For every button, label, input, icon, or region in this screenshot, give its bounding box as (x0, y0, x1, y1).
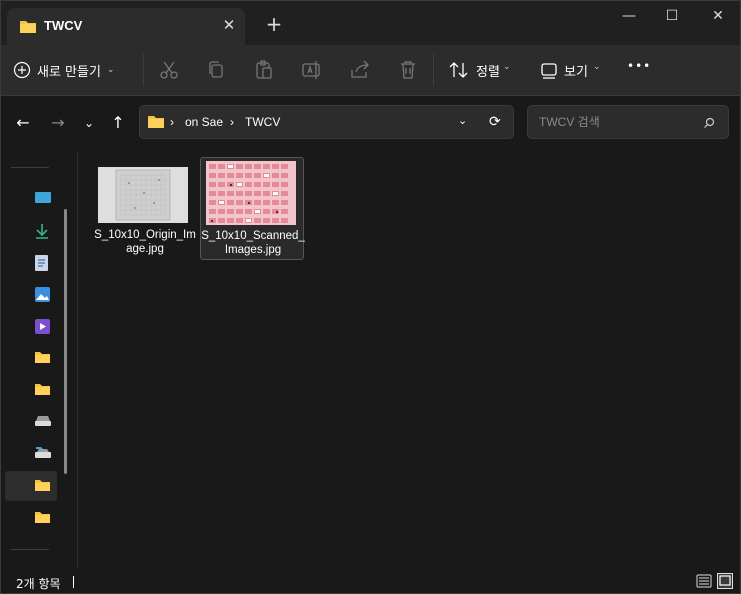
chevron-down-icon: ⌄ (593, 62, 601, 72)
tab-title: TWCV (44, 18, 83, 33)
pictures-icon (35, 287, 50, 302)
nav-item-folder[interactable] (5, 503, 57, 533)
toolbar-divider (433, 54, 434, 86)
toolbar-divider (143, 54, 144, 86)
file-name: S_10x10_Scanned_Images.jpg (201, 230, 305, 256)
nav-item-folder[interactable] (5, 343, 57, 373)
rename-icon[interactable] (300, 58, 324, 82)
breadcrumb-separator: › (170, 115, 174, 129)
documents-icon (35, 255, 48, 271)
search-icon[interactable] (703, 117, 715, 129)
status-bar: 2개 항목 (1, 571, 740, 593)
chevron-down-icon: ⌄ (503, 62, 511, 72)
maximize-button[interactable]: ☐ (649, 1, 695, 33)
pane-divider (77, 151, 78, 569)
folder-icon (20, 21, 36, 33)
nav-divider (11, 167, 49, 168)
folder-icon (35, 352, 50, 363)
nav-item-documents[interactable] (5, 247, 57, 277)
title-bar: TWCV ✕ + — ☐ ✕ (1, 1, 740, 45)
nav-item-downloads[interactable] (5, 215, 57, 245)
minimize-button[interactable]: — (606, 1, 652, 33)
nav-item-desktop[interactable] (5, 183, 57, 213)
details-view-icon[interactable] (696, 573, 712, 589)
share-icon[interactable] (348, 58, 372, 82)
cut-icon[interactable] (157, 58, 181, 82)
file-item[interactable]: S_10x10_Origin_Image.jpg (93, 157, 197, 260)
recent-chevron-icon[interactable]: ⌄ (77, 111, 101, 135)
search-box (527, 105, 729, 139)
folder-icon (35, 512, 50, 523)
file-explorer-window: TWCV ✕ + — ☐ ✕ 새로 만들기 ⌄ 정렬 ⌄ 보기 ⌄ ••• ← … (0, 0, 741, 594)
folder-icon (35, 384, 50, 395)
drive-icon (35, 416, 51, 426)
nav-item-folder[interactable] (5, 375, 57, 405)
image-thumbnail (206, 161, 296, 225)
close-button[interactable]: ✕ (695, 1, 741, 33)
folder-icon (35, 480, 50, 491)
refresh-icon[interactable]: ⟳ (489, 113, 501, 130)
file-item-selected[interactable]: S_10x10_Scanned_Images.jpg (200, 157, 305, 260)
search-input[interactable] (537, 114, 691, 130)
nav-item-videos[interactable] (5, 311, 57, 341)
up-arrow-icon[interactable]: ↑ (106, 111, 130, 135)
view-icon[interactable] (538, 58, 562, 82)
new-button[interactable]: 새로 만들기 ⌄ (13, 55, 114, 85)
breadcrumb-item[interactable]: on Sae (185, 115, 223, 129)
new-tab-button[interactable]: + (263, 13, 285, 35)
status-divider (73, 576, 74, 588)
sort-label[interactable]: 정렬 (476, 61, 500, 80)
desktop-icon (35, 192, 51, 203)
plus-circle-icon (13, 61, 31, 79)
command-bar: 새로 만들기 ⌄ 정렬 ⌄ 보기 ⌄ ••• (1, 45, 740, 96)
chevron-down-icon: ⌄ (106, 65, 115, 75)
back-arrow-icon[interactable]: ← (11, 111, 35, 135)
nav-item-network-drive[interactable] (5, 439, 57, 469)
nav-item-drive[interactable] (5, 407, 57, 437)
file-name: S_10x10_Origin_Image.jpg (94, 229, 196, 255)
nav-scrollbar[interactable] (64, 209, 67, 474)
large-icons-view-icon[interactable] (717, 573, 733, 589)
nav-item-folder-selected[interactable] (5, 471, 57, 501)
delete-icon[interactable] (396, 58, 420, 82)
item-count: 2개 항목 (16, 577, 61, 591)
nav-divider (11, 549, 49, 550)
sort-icon[interactable] (447, 58, 471, 82)
paste-icon[interactable] (252, 58, 276, 82)
image-thumbnail (98, 167, 188, 223)
copy-icon[interactable] (204, 58, 228, 82)
address-dropdown-icon[interactable]: ⌄ (458, 114, 467, 127)
forward-arrow-icon[interactable]: → (46, 111, 70, 135)
network-drive-icon (35, 447, 51, 458)
tab-close-icon[interactable]: ✕ (220, 16, 238, 34)
tab-twcv[interactable]: TWCV ✕ (7, 8, 245, 45)
more-options-button[interactable]: ••• (627, 59, 651, 73)
breadcrumb-separator: › (230, 115, 234, 129)
download-icon (36, 224, 48, 239)
videos-icon (35, 319, 50, 334)
nav-item-pictures[interactable] (5, 279, 57, 309)
new-label: 새로 만들기 (37, 64, 101, 80)
address-bar[interactable]: › on Sae › TWCV ⌄ ⟳ (139, 105, 514, 139)
view-label[interactable]: 보기 (564, 61, 588, 80)
breadcrumb-item[interactable]: TWCV (245, 115, 280, 129)
folder-icon (148, 116, 164, 128)
